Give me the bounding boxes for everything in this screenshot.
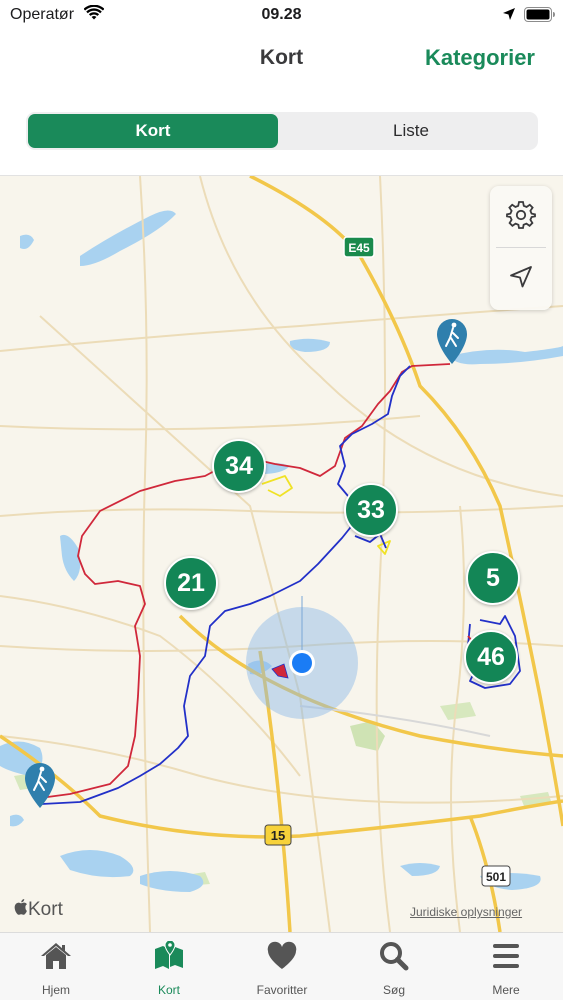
segment-map[interactable]: Kort	[28, 114, 278, 148]
tab-favorites-label: Favoritter	[256, 983, 308, 997]
locate-me-button[interactable]	[490, 248, 552, 310]
battery-icon	[524, 7, 556, 27]
tab-search[interactable]: Søg	[338, 933, 450, 1000]
search-icon	[338, 941, 450, 973]
tab-favorites[interactable]: Favoritter	[226, 933, 338, 1000]
tab-home-label: Hjem	[41, 983, 70, 997]
tab-map-label: Kort	[157, 983, 180, 997]
road-label-e45: E45	[348, 241, 370, 255]
map-brand-label: Kort	[28, 898, 63, 920]
apple-logo-icon	[14, 898, 28, 921]
legal-link[interactable]: Juridiske oplysninger	[410, 905, 522, 919]
map-icon	[113, 941, 225, 973]
cluster-marker[interactable]: 33	[344, 483, 398, 537]
tab-map[interactable]: Kort	[113, 933, 225, 1000]
cluster-marker[interactable]: 5	[466, 551, 520, 605]
home-icon	[0, 941, 112, 973]
tab-bar: Hjem Kort Favoritter Søg Mere	[0, 932, 563, 1000]
road-label-501: 501	[486, 870, 506, 884]
cluster-marker[interactable]: 21	[164, 556, 218, 610]
map-view[interactable]: E45 15 501 34 33 21 5 46	[0, 176, 563, 932]
tab-more-label: Mere	[492, 983, 520, 997]
tab-home[interactable]: Hjem	[0, 933, 112, 1000]
cluster-marker[interactable]: 34	[212, 439, 266, 493]
heart-icon	[226, 941, 338, 973]
clock: 09.28	[261, 6, 302, 23]
settings-icon	[506, 200, 536, 235]
view-switcher: Kort Liste	[0, 90, 563, 176]
road-label-15: 15	[271, 828, 285, 843]
location-arrow-icon	[508, 264, 534, 295]
tab-more[interactable]: Mere	[450, 933, 562, 1000]
segment-list[interactable]: Liste	[286, 114, 536, 148]
location-services-icon	[502, 7, 516, 26]
map-attribution: Kort	[14, 898, 63, 921]
segmented-control: Kort Liste	[26, 112, 538, 150]
cluster-marker[interactable]: 46	[464, 630, 518, 684]
navigation-bar: Kort Kategorier	[0, 30, 563, 90]
categories-button[interactable]: Kategorier	[425, 45, 535, 71]
map-settings-button[interactable]	[490, 186, 552, 248]
menu-icon	[450, 941, 562, 973]
status-bar: Operatør 09.28	[0, 0, 563, 30]
tab-search-label: Søg	[382, 983, 405, 997]
map-controls	[490, 186, 552, 310]
